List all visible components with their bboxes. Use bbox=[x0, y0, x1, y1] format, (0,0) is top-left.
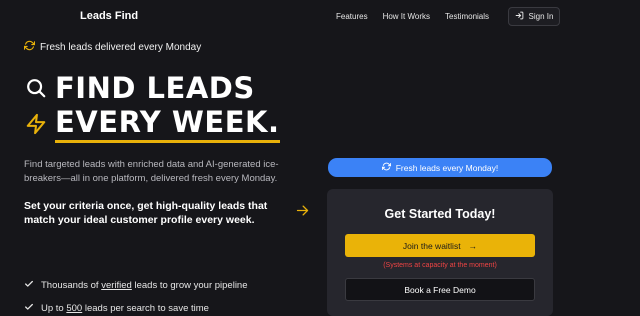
nav-link-testimonials[interactable]: Testimonials bbox=[445, 12, 489, 21]
fresh-leads-banner: Fresh leads every Monday! bbox=[328, 158, 552, 177]
hero-title-line-2: EVERY WEEK. bbox=[55, 105, 280, 143]
sign-in-icon bbox=[515, 11, 524, 22]
refresh-icon bbox=[381, 162, 391, 173]
join-waitlist-label: Join the waitlist bbox=[402, 240, 461, 251]
hero-line-1: FIND LEADS bbox=[24, 70, 280, 106]
logo[interactable]: Leads Find bbox=[80, 10, 138, 22]
capacity-note: (Systems at capacity at the moment) bbox=[383, 262, 497, 269]
arrow-right-icon: → bbox=[468, 240, 478, 251]
search-icon bbox=[24, 76, 48, 100]
refresh-icon bbox=[23, 40, 36, 54]
feature-item: Up to 500 leads per search to save time bbox=[24, 302, 209, 315]
top-nav: Leads Find Features How It Works Testimo… bbox=[0, 0, 640, 34]
hero-title-line-1: FIND LEADS bbox=[55, 71, 255, 105]
book-demo-label: Book a Free Demo bbox=[404, 284, 476, 295]
sign-in-label: Sign In bbox=[528, 12, 554, 21]
check-icon bbox=[24, 302, 34, 315]
hero-description: Find targeted leads with enriched data a… bbox=[24, 159, 279, 184]
nav-link-features[interactable]: Features bbox=[336, 12, 368, 21]
signup-card: Get Started Today! Join the waitlist → (… bbox=[327, 189, 553, 316]
feature-text: Thousands of verified leads to grow your… bbox=[41, 280, 248, 291]
feature-text: Up to 500 leads per search to save time bbox=[41, 303, 209, 314]
hero-subtext: Set your criteria once, get high-quality… bbox=[24, 200, 268, 226]
hero-line-2: EVERY WEEK. bbox=[24, 105, 280, 143]
sign-in-button[interactable]: Sign In bbox=[508, 7, 560, 26]
book-demo-button[interactable]: Book a Free Demo bbox=[345, 278, 535, 301]
check-icon bbox=[24, 279, 34, 292]
arrow-right-icon bbox=[295, 203, 310, 221]
join-waitlist-button[interactable]: Join the waitlist → bbox=[345, 234, 535, 257]
nav-links: Features How It Works Testimonials bbox=[336, 12, 504, 21]
hero-heading: FIND LEADS EVERY WEEK. bbox=[24, 70, 280, 143]
badge-text: Fresh leads delivered every Monday bbox=[40, 41, 202, 53]
nav-link-how-it-works[interactable]: How It Works bbox=[383, 12, 430, 21]
banner-text: Fresh leads every Monday! bbox=[395, 162, 499, 173]
card-title: Get Started Today! bbox=[384, 207, 496, 221]
feature-item: Thousands of verified leads to grow your… bbox=[24, 279, 248, 292]
lightning-icon bbox=[24, 112, 48, 136]
announcement-badge: Fresh leads delivered every Monday bbox=[23, 40, 202, 54]
